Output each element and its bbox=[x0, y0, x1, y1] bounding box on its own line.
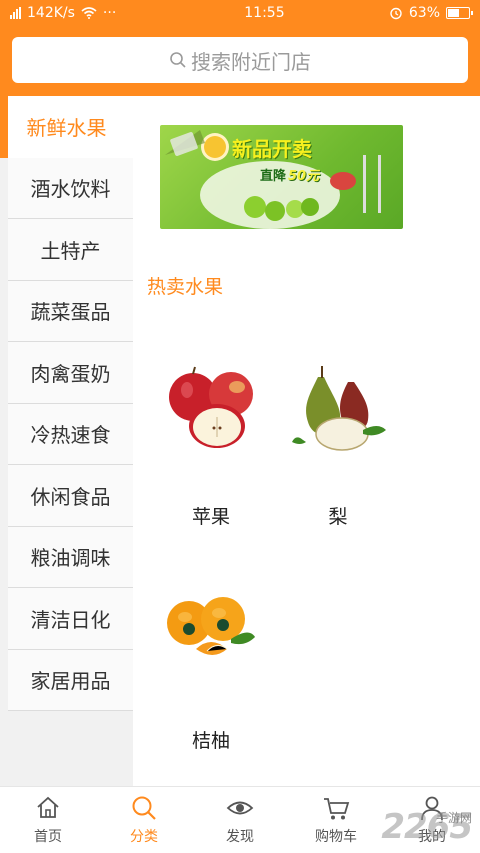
product-name: 苹果 bbox=[191, 506, 230, 528]
nav-category[interactable]: 分类 bbox=[96, 787, 192, 853]
sidebar-item-meat-dairy[interactable]: 肉禽蛋奶 bbox=[8, 342, 133, 404]
sidebar-item-label: 冷热速食 bbox=[30, 423, 111, 448]
battery-fill bbox=[448, 9, 459, 17]
alarm-icon bbox=[390, 7, 402, 20]
watermark: 2265 手游网 bbox=[381, 807, 473, 847]
product-card-orange[interactable]: 桔柚 bbox=[151, 571, 271, 752]
app-screen: 142K/s ··· 11:55 63% 搜索附近门店 新鲜水果 酒水饮料 土特… bbox=[0, 0, 480, 853]
sidebar-item-label: 粮油调味 bbox=[30, 546, 111, 571]
apple-image bbox=[169, 366, 253, 448]
sidebar-item-home-goods[interactable]: 家居用品 bbox=[8, 649, 133, 711]
sidebar-item-local-specialty[interactable]: 土特产 bbox=[8, 219, 133, 281]
nav-label: 购物车 bbox=[315, 829, 357, 845]
status-dots: ··· bbox=[102, 5, 117, 21]
product-name: 梨 bbox=[328, 506, 348, 528]
status-right: 63% bbox=[389, 5, 473, 21]
sidebar-item-label: 家居用品 bbox=[30, 669, 111, 694]
signal-icon bbox=[10, 7, 21, 19]
eye-icon bbox=[226, 801, 254, 815]
nav-label: 首页 bbox=[34, 829, 62, 845]
search-input[interactable]: 搜索附近门店 bbox=[12, 37, 468, 83]
status-time: 11:55 bbox=[244, 5, 285, 21]
cart-icon bbox=[324, 798, 350, 820]
main-content: 新品开卖 直降 50元 热卖水果 苹果 梨 桔柚 bbox=[133, 96, 480, 786]
sidebar-item-fresh-fruit[interactable]: 新鲜水果 bbox=[0, 96, 133, 158]
sidebar-item-label: 新鲜水果 bbox=[26, 116, 107, 141]
search-icon bbox=[170, 52, 186, 68]
section-title: 热卖水果 bbox=[147, 276, 224, 298]
nav-cart[interactable]: 购物车 bbox=[288, 787, 384, 853]
product-name: 桔柚 bbox=[191, 730, 230, 752]
sidebar-item-quick-food[interactable]: 冷热速食 bbox=[8, 403, 133, 465]
banner-subtitle: 直降 50元 bbox=[260, 165, 319, 184]
sidebar-item-cleaning[interactable]: 清洁日化 bbox=[8, 588, 133, 650]
search-icon bbox=[132, 796, 156, 820]
watermark-site: 手游网 bbox=[435, 811, 472, 825]
product-card-pear[interactable]: 梨 bbox=[278, 352, 398, 528]
nav-discover[interactable]: 发现 bbox=[192, 787, 288, 853]
bottom-nav: 首页 分类 发现 购物车 我的 2265 手游网 bbox=[0, 786, 480, 853]
sidebar-item-snacks[interactable]: 休闲食品 bbox=[8, 465, 133, 527]
sidebar-item-grain-oil[interactable]: 粮油调味 bbox=[8, 526, 133, 588]
battery-percent: 63% bbox=[408, 5, 440, 21]
category-sidebar: 新鲜水果 酒水饮料 土特产 蔬菜蛋品 肉禽蛋奶 冷热速食 休闲食品 粮油调味 清… bbox=[0, 96, 133, 786]
orange-image bbox=[167, 597, 255, 655]
sidebar-item-label: 肉禽蛋奶 bbox=[30, 361, 111, 386]
nav-label: 分类 bbox=[130, 829, 158, 845]
sidebar-item-vegetables-eggs[interactable]: 蔬菜蛋品 bbox=[8, 280, 133, 342]
nav-label: 发现 bbox=[226, 829, 254, 845]
status-bar: 142K/s ··· 11:55 63% bbox=[0, 0, 480, 26]
banner-title: 新品开卖 bbox=[232, 137, 312, 161]
sidebar-item-label: 休闲食品 bbox=[30, 484, 111, 509]
battery-icon bbox=[446, 7, 473, 19]
sidebar-item-label: 酒水饮料 bbox=[30, 177, 111, 202]
header: 搜索附近门店 bbox=[0, 26, 480, 96]
banner-amount: 50元 bbox=[288, 169, 320, 184]
search-placeholder: 搜索附近门店 bbox=[191, 49, 311, 74]
sidebar-item-drinks[interactable]: 酒水饮料 bbox=[8, 157, 133, 219]
product-card-apple[interactable]: 苹果 bbox=[151, 352, 271, 528]
wifi-icon bbox=[81, 7, 97, 19]
banner-subtitle-text: 直降 bbox=[260, 169, 287, 184]
sidebar-item-label: 清洁日化 bbox=[30, 607, 111, 632]
nav-home[interactable]: 首页 bbox=[0, 787, 96, 853]
sidebar-item-label: 蔬菜蛋品 bbox=[30, 300, 111, 325]
net-speed: 142K/s bbox=[27, 5, 75, 21]
sidebar-item-label: 土特产 bbox=[40, 238, 101, 263]
home-icon bbox=[37, 796, 59, 818]
pear-image bbox=[292, 366, 386, 451]
promo-banner[interactable]: 新品开卖 直降 50元 bbox=[160, 125, 403, 229]
